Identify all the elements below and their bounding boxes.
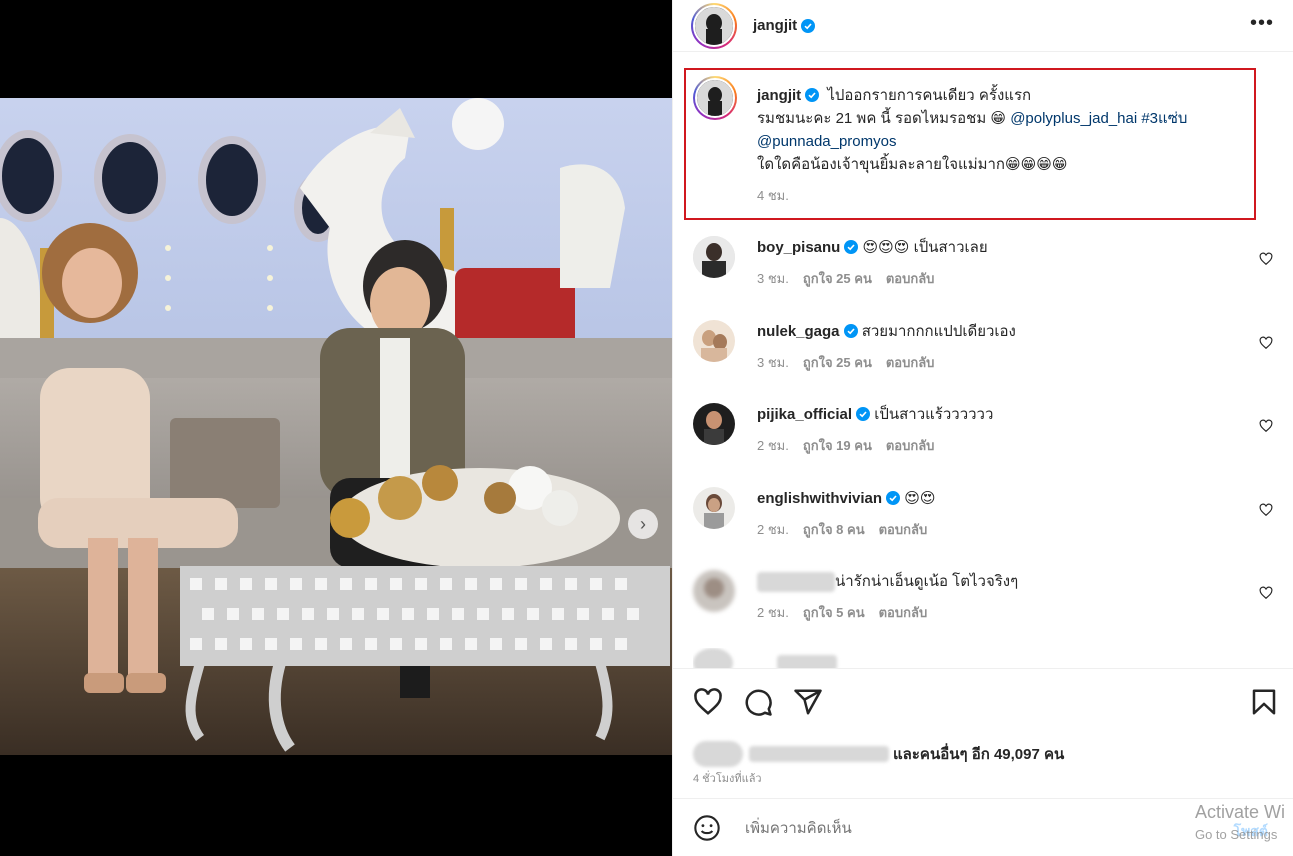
- caption-username[interactable]: jangjit: [757, 87, 801, 104]
- verified-icon: [856, 407, 871, 421]
- verified-icon: [801, 18, 816, 33]
- heart-icon[interactable]: [1259, 419, 1273, 433]
- caption-line1: ไปออกรายการคนเดียว ครั้งแรก: [827, 87, 1032, 104]
- commenter-avatar[interactable]: [693, 236, 735, 278]
- comment-body: pijika_official เป็นสาวแร้วววววว 2 ชม. ถู…: [757, 403, 1257, 457]
- emoji-icon[interactable]: [693, 814, 721, 842]
- post-time[interactable]: 4 ชั่วโมงที่แล้ว: [693, 769, 762, 787]
- commenter-username[interactable]: nulek_gaga: [757, 323, 840, 340]
- post-actions: และคนอื่นๆ อีก 49,097 คน 4 ชั่วโมงที่แล้…: [673, 668, 1293, 798]
- comment-time[interactable]: 2 ชม.: [757, 605, 789, 620]
- liker-avatars[interactable]: [693, 741, 743, 767]
- comment-body: น่ารักน่าเอ็นดูเน้อ โตไวจริงๆ 2 ชม. ถูกใจ…: [757, 570, 1257, 624]
- commenter-avatar[interactable]: [693, 403, 735, 445]
- commenter-username[interactable]: pijika_official: [757, 406, 852, 423]
- comment-body: nulek_gaga สวยมากกกแปปเดียวเอง 3 ชม. ถูกใ…: [757, 320, 1257, 374]
- watermark-line1: Activate Wi: [1194, 802, 1285, 822]
- post-header: jangjit •••: [673, 0, 1293, 52]
- reply-button[interactable]: ตอบกลับ: [886, 438, 935, 453]
- verified-icon: [805, 88, 820, 102]
- verified-icon: [843, 324, 858, 338]
- comment-text: 😍😍😍 เป็นสาวเลย: [862, 239, 988, 256]
- likes-summary: และคนอื่นๆ อีก 49,097 คน: [693, 741, 1064, 767]
- commenter-username[interactable]: englishwithvivian: [757, 490, 882, 507]
- heart-icon[interactable]: [1259, 503, 1273, 517]
- commenter-avatar[interactable]: [693, 320, 735, 362]
- post-media: ›: [0, 0, 672, 856]
- comment-icon[interactable]: [743, 687, 773, 717]
- reply-button[interactable]: ตอบกลับ: [886, 271, 935, 286]
- caption-line3: ใดใดคือน้องเจ้าขุนยิ้มละลายใจแม่มาก😁😁😁😁: [757, 156, 1068, 173]
- comment-likes[interactable]: ถูกใจ 25 คน: [803, 355, 872, 370]
- comment-text: เป็นสาวแร้วววววว: [874, 406, 994, 423]
- commenter-username[interactable]: boy_pisanu: [757, 239, 840, 256]
- caption-body: jangjit ไปออกรายการคนเดียว ครั้งแรก รมชม…: [757, 84, 1257, 207]
- author-username[interactable]: jangjit: [753, 17, 797, 34]
- comment-time[interactable]: 2 ชม.: [757, 438, 789, 453]
- comment-text: 😍😍: [904, 490, 936, 507]
- activate-windows-watermark: Activate Wi Go to Settings: [1195, 802, 1285, 842]
- more-icon[interactable]: •••: [1250, 12, 1274, 35]
- verified-icon: [844, 240, 859, 254]
- comment-time[interactable]: 3 ชม.: [757, 355, 789, 370]
- comment-text: น่ารักน่าเอ็นดูเน้อ โตไวจริงๆ: [835, 573, 1019, 590]
- mention-link[interactable]: @punnada_promyos: [757, 133, 896, 150]
- verified-icon: [886, 491, 901, 505]
- author-avatar[interactable]: [693, 76, 737, 120]
- next-photo-button[interactable]: ›: [628, 509, 658, 539]
- blurred-username[interactable]: [757, 572, 835, 593]
- comment-likes[interactable]: ถูกใจ 25 คน: [803, 271, 872, 286]
- heart-icon[interactable]: [1259, 336, 1273, 350]
- author-avatar[interactable]: [691, 2, 737, 49]
- comment-likes[interactable]: ถูกใจ 19 คน: [803, 438, 872, 453]
- caption-line2: รมชมนะคะ 21 พค นี้ รอดไหมรอชม 😁: [757, 110, 1007, 127]
- post-photo: ›: [0, 98, 672, 755]
- heart-icon[interactable]: [1259, 586, 1273, 600]
- watermark-line2: Go to Settings: [1194, 827, 1278, 842]
- caption-time[interactable]: 4 ชม.: [757, 188, 789, 203]
- share-icon[interactable]: [793, 687, 823, 717]
- comment-text: สวยมากกกแปปเดียวเอง: [861, 323, 1016, 340]
- heart-icon[interactable]: [693, 687, 723, 717]
- blurred-avatar: [693, 648, 733, 668]
- partial-comment: [693, 648, 1253, 668]
- comment-time[interactable]: 2 ชม.: [757, 522, 789, 537]
- comment-time[interactable]: 3 ชม.: [757, 271, 789, 286]
- comment-likes[interactable]: ถูกใจ 5 คน: [803, 605, 865, 620]
- comment-input[interactable]: เพิ่มความคิดเห็น: [745, 816, 852, 840]
- comment-body: boy_pisanu 😍😍😍 เป็นสาวเลย 3 ชม. ถูกใจ 25 …: [757, 236, 1257, 290]
- chevron-right-icon: ›: [640, 513, 646, 534]
- bookmark-icon[interactable]: [1249, 687, 1279, 717]
- comment-body: englishwithvivian 😍😍 2 ชม. ถูกใจ 8 คน ตอบก…: [757, 487, 1257, 541]
- comment-likes[interactable]: ถูกใจ 8 คน: [803, 522, 865, 537]
- post-side-panel: jangjit ••• jangjit ไปออกรายการคนเดียว ค…: [672, 0, 1293, 856]
- commenter-avatar[interactable]: [693, 570, 735, 612]
- mention-link[interactable]: @polyplus_jad_hai: [1010, 110, 1137, 127]
- commenter-avatar[interactable]: [693, 487, 735, 529]
- reply-button[interactable]: ตอบกลับ: [879, 522, 928, 537]
- photo-illustration: [0, 98, 672, 755]
- likes-count[interactable]: และคนอื่นๆ อีก 49,097 คน: [893, 742, 1064, 766]
- reply-button[interactable]: ตอบกลับ: [879, 605, 928, 620]
- blurred-username: [777, 655, 838, 668]
- hashtag-link[interactable]: #3แซ่บ: [1141, 110, 1187, 127]
- reply-button[interactable]: ตอบกลับ: [886, 355, 935, 370]
- heart-icon[interactable]: [1259, 252, 1273, 266]
- blurred-liker-name[interactable]: [749, 746, 889, 762]
